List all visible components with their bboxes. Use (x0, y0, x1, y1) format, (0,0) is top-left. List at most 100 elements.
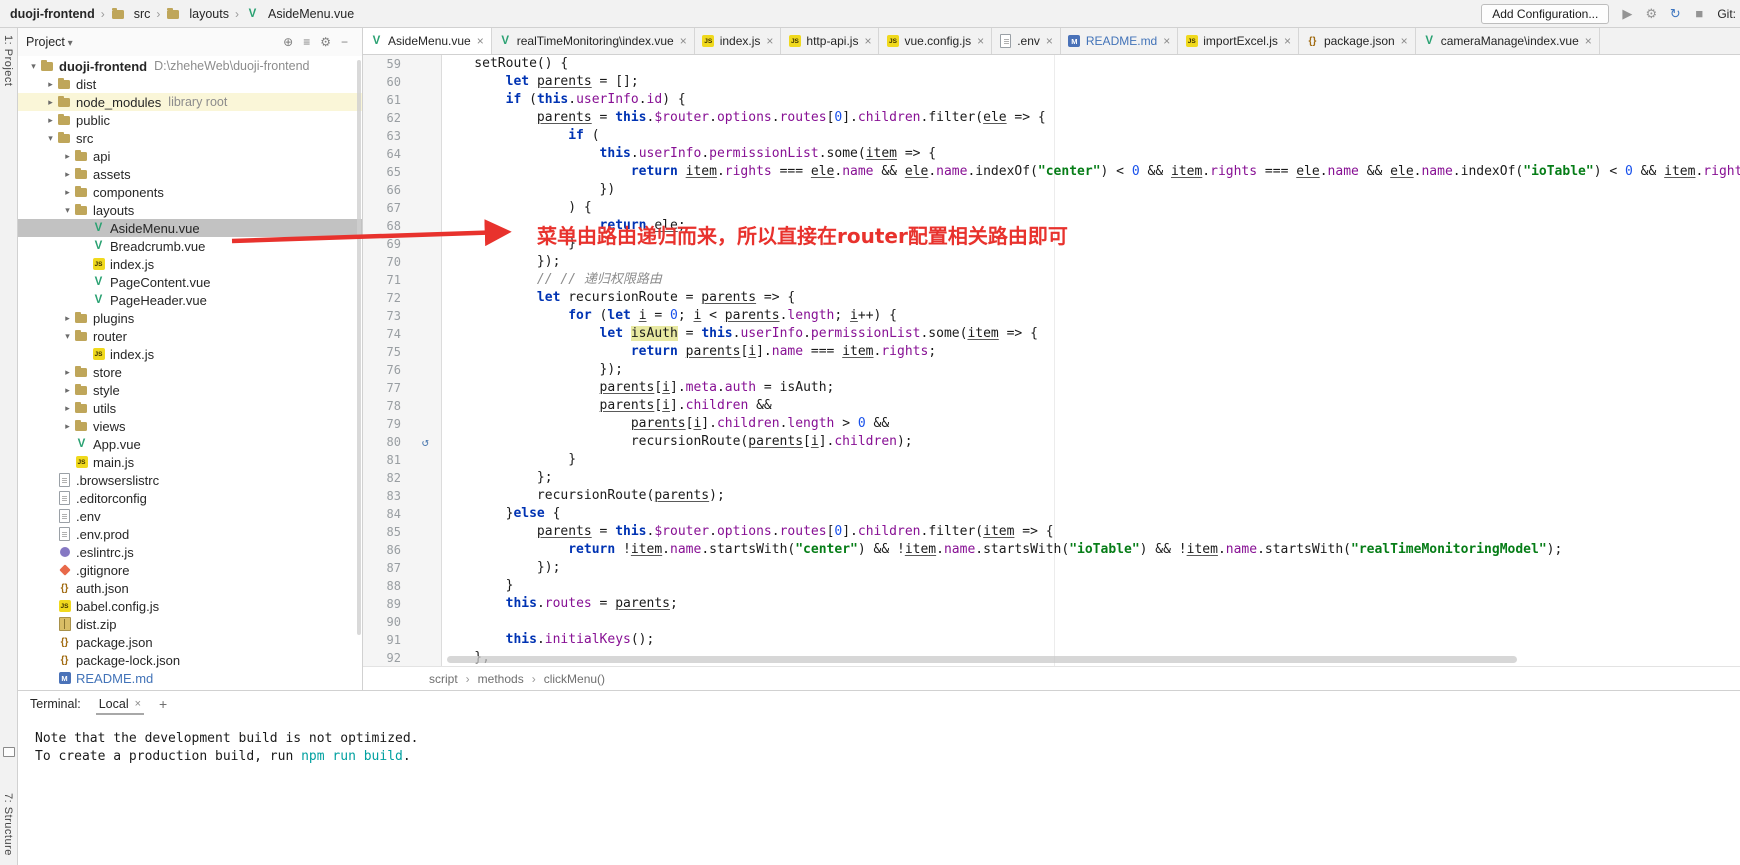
chevron-expanded-icon[interactable]: ▾ (61, 331, 74, 342)
tree-item[interactable]: ▸assets (18, 165, 362, 183)
close-icon[interactable]: × (477, 34, 484, 48)
breadcrumb-item[interactable]: methods (478, 672, 524, 686)
editor-tab[interactable]: VcameraManage\index.vue× (1416, 28, 1600, 54)
editor-tab[interactable]: http-api.js× (781, 28, 879, 54)
tree-item[interactable]: .gitignore (18, 561, 362, 579)
breadcrumb-item[interactable]: duoji-frontend (10, 7, 95, 21)
editor-tab[interactable]: index.js× (695, 28, 782, 54)
close-icon[interactable]: × (1284, 34, 1291, 48)
project-view-selector[interactable]: Project (26, 35, 73, 49)
code-area[interactable]: 5960616263646566676869707172737475767778… (363, 55, 1740, 666)
close-icon[interactable]: × (1585, 34, 1592, 48)
folder-icon (57, 95, 72, 109)
project-scrollbar[interactable] (357, 60, 361, 635)
close-icon[interactable]: × (1401, 34, 1408, 48)
tree-item[interactable]: index.js (18, 345, 362, 363)
new-session-button[interactable]: + (159, 696, 167, 712)
chevron-collapsed-icon[interactable]: ▸ (44, 79, 57, 90)
tree-item[interactable]: ▸store (18, 363, 362, 381)
tree-item[interactable]: ▾layouts (18, 201, 362, 219)
chevron-collapsed-icon[interactable]: ▸ (44, 115, 57, 126)
tree-item[interactable]: dist.zip (18, 615, 362, 633)
close-icon[interactable]: × (766, 34, 773, 48)
tool-button-structure[interactable]: 7: Structure (2, 793, 14, 856)
editor-tab[interactable]: README.md× (1061, 28, 1178, 54)
breadcrumb-item[interactable]: VAsideMenu.vue (245, 7, 354, 21)
close-icon[interactable]: × (135, 698, 141, 710)
settings-icon[interactable]: ⚙ (320, 35, 331, 49)
run-icon[interactable]: ▶ (1618, 5, 1636, 23)
tree-item[interactable]: .browserslistrc (18, 471, 362, 489)
terminal-icon[interactable] (3, 747, 15, 757)
tree-item[interactable]: VBreadcrumb.vue (18, 237, 362, 255)
build-icon[interactable]: ⚙ (1642, 5, 1660, 23)
breadcrumb-item[interactable]: layouts (166, 7, 229, 21)
chevron-collapsed-icon[interactable]: ▸ (61, 187, 74, 198)
tree-item[interactable]: ▸style (18, 381, 362, 399)
chevron-collapsed-icon[interactable]: ▸ (61, 421, 74, 432)
tree-item[interactable]: {}auth.json (18, 579, 362, 597)
chevron-collapsed-icon[interactable]: ▸ (61, 403, 74, 414)
editor-tab[interactable]: VAsideMenu.vue× (363, 28, 492, 54)
tool-button-project[interactable]: 1: Project (2, 35, 14, 86)
chevron-expanded-icon[interactable]: ▾ (61, 205, 74, 216)
recursive-call-icon[interactable]: ↺ (422, 433, 429, 451)
tree-item[interactable]: index.js (18, 255, 362, 273)
close-icon[interactable]: × (1046, 34, 1053, 48)
tree-item[interactable]: {}package-lock.json (18, 651, 362, 669)
tree-item[interactable]: ▸public (18, 111, 362, 129)
breadcrumb-item[interactable]: script (429, 672, 458, 686)
code-line: if ( (443, 127, 1740, 145)
close-icon[interactable]: × (977, 34, 984, 48)
stop-icon[interactable]: ■ (1690, 5, 1708, 23)
tree-item[interactable]: ▸dist (18, 75, 362, 93)
chevron-collapsed-icon[interactable]: ▸ (61, 313, 74, 324)
tree-item[interactable]: main.js (18, 453, 362, 471)
editor-tab[interactable]: .env× (992, 28, 1061, 54)
tree-item[interactable]: ▸components (18, 183, 362, 201)
close-icon[interactable]: × (864, 34, 871, 48)
chevron-collapsed-icon[interactable]: ▸ (61, 169, 74, 180)
tree-item[interactable]: ▸views (18, 417, 362, 435)
hide-icon[interactable]: − (341, 35, 348, 49)
tree-item[interactable]: ▸utils (18, 399, 362, 417)
close-icon[interactable]: × (680, 34, 687, 48)
chevron-collapsed-icon[interactable]: ▸ (61, 385, 74, 396)
tree-item[interactable]: ▾src (18, 129, 362, 147)
editor-tab[interactable]: vue.config.js× (879, 28, 992, 54)
tree-item[interactable]: VApp.vue (18, 435, 362, 453)
breadcrumb-item[interactable]: src (111, 7, 151, 21)
add-configuration-button[interactable]: Add Configuration... (1481, 4, 1609, 24)
tree-item[interactable]: README.md (18, 669, 362, 687)
locate-icon[interactable]: ⊕ (283, 35, 293, 49)
chevron-collapsed-icon[interactable]: ▸ (61, 367, 74, 378)
editor-tab[interactable]: importExcel.js× (1178, 28, 1299, 54)
tree-item[interactable]: VPageHeader.vue (18, 291, 362, 309)
tree-item[interactable]: VPageContent.vue (18, 273, 362, 291)
tree-item[interactable]: babel.config.js (18, 597, 362, 615)
tree-item[interactable]: ▸api (18, 147, 362, 165)
terminal-tab-local[interactable]: Local × (96, 693, 144, 715)
horizontal-scrollbar[interactable] (447, 656, 1517, 663)
tree-item[interactable]: ▸plugins (18, 309, 362, 327)
tree-item[interactable]: .eslintrc.js (18, 543, 362, 561)
chevron-expanded-icon[interactable]: ▾ (44, 133, 57, 144)
tree-item[interactable]: .env.prod (18, 525, 362, 543)
editor-tab[interactable]: {}package.json× (1299, 28, 1416, 54)
tree-item[interactable]: ▾duoji-frontendD:\zheheWeb\duoji-fronten… (18, 57, 362, 75)
tree-item[interactable]: .editorconfig (18, 489, 362, 507)
editor-tab[interactable]: VrealTimeMonitoring\index.vue× (492, 28, 695, 54)
tree-item[interactable]: ▾router (18, 327, 362, 345)
collapse-all-icon[interactable]: ≡ (303, 35, 310, 49)
chevron-collapsed-icon[interactable]: ▸ (44, 97, 57, 108)
chevron-collapsed-icon[interactable]: ▸ (61, 151, 74, 162)
tree-item[interactable]: .env (18, 507, 362, 525)
update-project-icon[interactable]: ↻ (1666, 5, 1684, 23)
tree-item[interactable]: VAsideMenu.vue (18, 219, 362, 237)
breadcrumb-item[interactable]: clickMenu() (544, 672, 605, 686)
chevron-expanded-icon[interactable]: ▾ (27, 61, 40, 72)
tree-item[interactable]: {}package.json (18, 633, 362, 651)
tree-item[interactable]: ▸node_moduleslibrary root (18, 93, 362, 111)
close-icon[interactable]: × (1163, 34, 1170, 48)
line-number: 86 (363, 541, 441, 559)
